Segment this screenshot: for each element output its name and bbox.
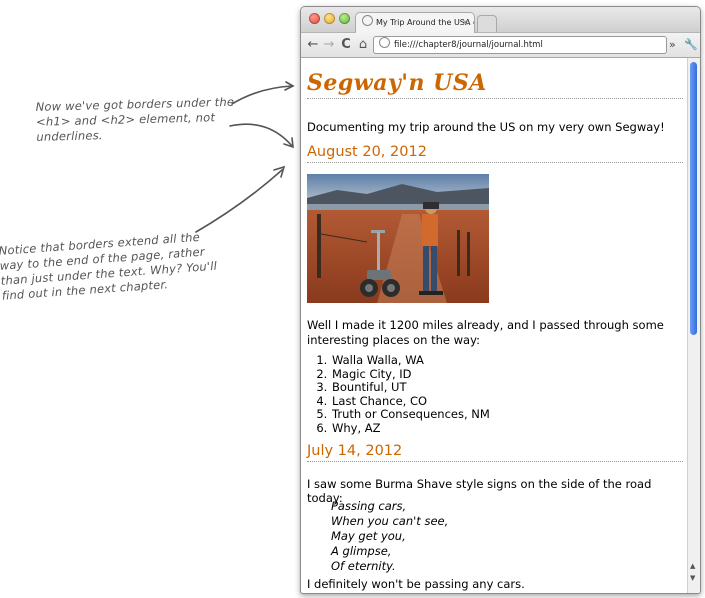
poem-line: Of eternity. [331,559,396,573]
poem-line: Passing cars, [331,499,407,513]
annotation-borders: Now we've got borders under the <h1> and… [35,94,235,144]
entry-paragraph: Well I made it 1200 miles already, and I… [307,318,664,347]
back-arrow-icon[interactable]: ← [305,36,321,54]
closing-paragraph: I definitely won't be passing any cars. [307,577,525,591]
page-title: Segway'n USA [307,70,683,99]
page-viewport: Segway'n USA Documenting my trip around … [301,58,687,593]
scroll-up-arrow-icon[interactable]: ▲ [690,562,695,570]
tab-title: My Trip Around the USA on a Segway [376,18,474,27]
list-item: Walla Walla, WA [331,353,490,368]
intro-paragraph: Documenting my trip around the US on my … [307,120,665,134]
list-item: Why, AZ [331,421,490,436]
poem-line: When you can't see, [331,514,449,528]
list-item: Last Chance, CO [331,394,490,409]
scroll-down-arrow-icon[interactable]: ▼ [690,574,695,582]
browser-toolbar: ← → C ⌂ file:///chapter8/journal/journal… [301,33,700,58]
entry-date-heading: August 20, 2012 [307,144,683,163]
address-bar[interactable]: file:///chapter8/journal/journal.html [373,36,667,54]
list-item: Bountiful, UT [331,380,490,395]
list-item: Truth or Consequences, NM [331,407,490,422]
wrench-menu-icon[interactable]: 🔧 [684,36,698,54]
places-list: Walla Walla, WA Magic City, ID Bountiful… [307,353,490,436]
scrollbar-thumb[interactable] [690,62,697,335]
segway-photo [307,174,489,303]
browser-tab[interactable]: My Trip Around the USA on a Segway × [355,12,475,33]
burma-shave-poem: Passing cars, When you can't see, May ge… [331,499,448,574]
annotation-page-width: Notice that borders extend all the way t… [0,229,218,303]
address-url: file:///chapter8/journal/journal.html [394,40,543,50]
list-item: Magic City, ID [331,367,490,382]
vertical-scrollbar[interactable]: ▲ ▼ [687,58,700,593]
title-bar: My Trip Around the USA on a Segway × [301,7,700,33]
poem-line: A glimpse, [331,544,392,558]
entry-date-heading: July 14, 2012 [307,443,683,462]
page-favicon-icon [362,15,373,26]
minimize-window-button[interactable] [324,13,335,24]
browser-window: My Trip Around the USA on a Segway × ← →… [300,6,701,594]
reload-icon[interactable]: C [338,36,354,54]
poem-line: May get you, [331,529,406,543]
zoom-window-button[interactable] [339,13,350,24]
forward-arrow-icon[interactable]: → [321,36,337,54]
tab-close-icon[interactable]: × [461,13,469,33]
home-icon[interactable]: ⌂ [355,36,371,54]
close-window-button[interactable] [309,13,320,24]
new-tab-button[interactable] [477,15,497,32]
more-chevron-icon[interactable]: » [669,36,676,54]
page-icon [379,37,390,48]
